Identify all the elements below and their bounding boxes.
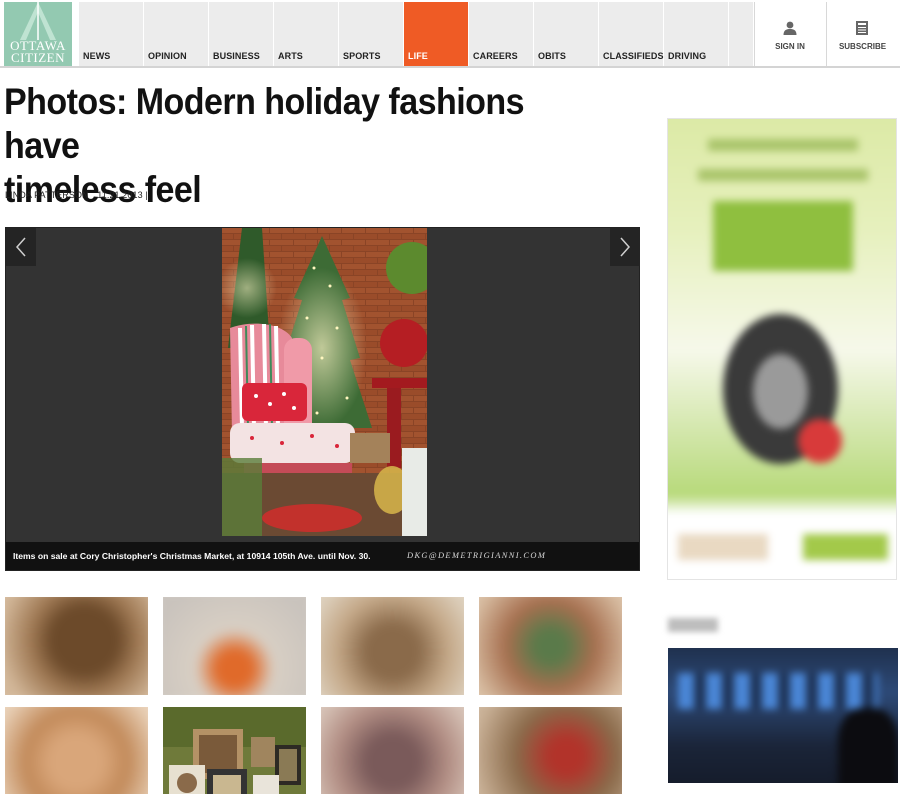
publish-date: 11.21.2013 |: [97, 190, 148, 200]
headline-line: Photos: Modern holiday fashions have: [4, 81, 525, 166]
photo-credit: DKG@DEMETRIGIANNI.COM: [407, 551, 547, 560]
nav-item-more[interactable]: [729, 2, 753, 66]
nav-item-opinion[interactable]: OPINION: [144, 2, 208, 66]
nav-item-sports[interactable]: SPORTS: [339, 2, 403, 66]
byline: LINDA PATTERSON 11.21.2013 |: [5, 190, 148, 200]
sign-in-label: SIGN IN: [775, 42, 805, 51]
video-player[interactable]: [668, 648, 898, 783]
author-link[interactable]: LINDA PATTERSON: [5, 190, 89, 200]
section-nav: NEWS OPINION BUSINESS ARTS SPORTS LIFE C…: [79, 2, 754, 66]
logo-text-citizen: CITIZEN: [10, 50, 66, 65]
nav-item-careers[interactable]: CAREERS: [469, 2, 533, 66]
nav-item-news[interactable]: NEWS: [79, 2, 143, 66]
logo-sail-icon: [20, 2, 56, 40]
user-icon: [783, 21, 797, 35]
thumbnail-grid: [5, 597, 629, 794]
advertisement[interactable]: [667, 118, 897, 580]
thumbnail-3[interactable]: [321, 597, 464, 695]
chevron-right-icon: [620, 237, 631, 257]
video-thumbnail: [668, 648, 898, 783]
video-section-label: [668, 618, 718, 632]
photo-gallery: Items on sale at Cory Christopher's Chri…: [5, 227, 640, 571]
nav-label: CAREERS: [473, 51, 518, 61]
thumbnail-7[interactable]: [321, 707, 464, 794]
nav-item-arts[interactable]: ARTS: [274, 2, 338, 66]
nav-item-classifieds[interactable]: CLASSIFIEDS: [599, 2, 664, 66]
nav-item-life[interactable]: LIFE: [404, 2, 468, 66]
thumbnail-8[interactable]: [479, 707, 622, 794]
gallery-caption-bar: Items on sale at Cory Christopher's Chri…: [6, 542, 639, 570]
sign-in-button[interactable]: SIGN IN: [754, 2, 825, 66]
nav-item-business[interactable]: BUSINESS: [209, 2, 273, 66]
ad-creative: [668, 119, 896, 579]
nav-item-obits[interactable]: OBITS: [534, 2, 598, 66]
nav-label: ARTS: [278, 51, 303, 61]
nav-label: DRIVING: [668, 51, 707, 61]
thumbnail-photo: [163, 707, 306, 794]
thumbnail-5[interactable]: [5, 707, 148, 794]
subscribe-label: SUBSCRIBE: [838, 42, 887, 51]
subscribe-button[interactable]: SUBSCRIBE: [826, 2, 898, 66]
nav-label: LIFE: [408, 51, 428, 61]
nav-label: BUSINESS: [213, 51, 260, 61]
gallery-prev-button[interactable]: [6, 228, 36, 266]
nav-label: SPORTS: [343, 51, 381, 61]
nav-label: CLASSIFIEDS: [603, 51, 664, 61]
nav-label: NEWS: [83, 51, 111, 61]
thumbnail-2[interactable]: [163, 597, 306, 695]
nav-label: OBITS: [538, 51, 567, 61]
thumbnail-6[interactable]: [163, 707, 306, 794]
ottawa-citizen-logo[interactable]: OTTAWA CITIZEN: [4, 2, 72, 66]
nav-label: OPINION: [148, 51, 187, 61]
nav-item-driving[interactable]: DRIVING: [664, 2, 728, 66]
top-navigation: OTTAWA CITIZEN NEWS OPINION BUSINESS ART…: [0, 0, 900, 68]
chevron-left-icon: [15, 237, 26, 257]
photo-caption: Items on sale at Cory Christopher's Chri…: [13, 551, 371, 561]
gallery-next-button[interactable]: [610, 228, 640, 266]
newspaper-icon: [856, 21, 868, 35]
gallery-photo[interactable]: [222, 228, 427, 536]
christmas-market-photo: [222, 228, 427, 536]
thumbnail-4[interactable]: [479, 597, 622, 695]
thumbnail-1[interactable]: [5, 597, 148, 695]
